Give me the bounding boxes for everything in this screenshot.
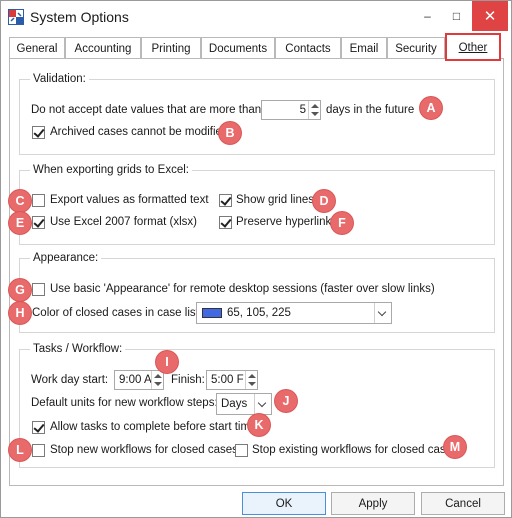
export-group: When exporting grids to Excel: [19,164,495,245]
validation-group: Validation: [19,73,495,155]
marker-b: B [219,122,241,144]
marker-l: L [9,439,31,461]
formatted-text-checkbox[interactable] [32,194,45,207]
tab-contacts[interactable]: Contacts [275,37,341,59]
finish-value: 5:00 F [211,374,244,386]
marker-d: D [313,190,335,212]
marker-i: I [156,351,178,373]
system-options-window: System Options – □ ✕ General Accounting … [0,0,512,518]
hyperlinks-checkbox[interactable] [219,216,232,229]
apply-button[interactable]: Apply [331,492,415,515]
marker-m: M [444,436,466,458]
stop-new-label: Stop new workflows for closed cases [50,444,238,456]
future-days-stepper[interactable]: 5 [261,100,321,120]
export-group-title: When exporting grids to Excel: [30,164,192,176]
formatted-text-label: Export values as formatted text [50,194,209,206]
workflow-group-title: Tasks / Workflow: [30,343,126,355]
maximize-button[interactable]: □ [442,1,471,31]
marker-g: G [9,279,31,301]
tab-email[interactable]: Email [341,37,387,59]
xlsx-label: Use Excel 2007 format (xlsx) [50,216,197,228]
minimize-button[interactable]: – [413,1,442,31]
marker-h: H [9,302,31,324]
spin-arrows-icon[interactable] [245,371,257,389]
allow-complete-checkbox[interactable] [32,421,45,434]
tab-other[interactable]: Other [445,33,501,61]
show-grid-checkbox[interactable] [219,194,232,207]
maximize-icon: □ [452,9,461,23]
spin-arrows-icon[interactable] [308,101,320,119]
date-limit-label: Do not accept date values that are more … [31,104,265,116]
cancel-button[interactable]: Cancel [421,492,505,515]
units-value: Days [221,398,248,410]
window-title: System Options [30,9,129,25]
validation-group-title: Validation: [30,73,89,85]
dialog-buttons: OK Apply Cancel [1,488,511,517]
title-bar: System Options – □ ✕ [1,1,511,32]
stop-existing-checkbox[interactable] [235,444,248,457]
tab-general[interactable]: General [9,37,65,59]
marker-j: J [275,390,297,412]
show-grid-label: Show grid lines [236,194,314,206]
marker-k: K [248,414,270,436]
hyperlinks-label: Preserve hyperlinks [236,216,337,228]
close-icon: ✕ [483,8,497,25]
app-icon [8,9,24,25]
archived-checkbox[interactable] [32,126,45,139]
appearance-group-title: Appearance: [30,252,102,264]
closed-color-select[interactable]: 65, 105, 225 [196,302,392,324]
basic-appearance-checkbox[interactable] [32,283,45,296]
units-select[interactable]: Days [216,393,272,415]
marker-f: F [331,212,353,234]
stop-existing-label: Stop existing workflows for closed cases [252,444,458,456]
marker-a: A [420,97,442,119]
tab-security[interactable]: Security [387,37,445,59]
tab-printing[interactable]: Printing [141,37,201,59]
allow-complete-label: Allow tasks to complete before start tim… [50,421,257,433]
closed-color-label: Color of closed cases in case list: [32,307,203,319]
date-limit-suffix: days in the future [326,104,415,116]
basic-appearance-label: Use basic 'Appearance' for remote deskto… [50,283,435,295]
tab-documents[interactable]: Documents [201,37,275,59]
xlsx-checkbox[interactable] [32,216,45,229]
work-start-label: Work day start: [31,374,109,386]
chevron-down-icon[interactable] [254,394,271,414]
finish-stepper[interactable]: 5:00 F [206,370,258,390]
other-tab-panel: Validation: Do not accept date values th… [9,58,504,486]
work-start-stepper[interactable]: 9:00 A [114,370,164,390]
marker-c: C [9,190,31,212]
color-swatch [202,308,222,318]
work-start-value: 9:00 A [119,374,152,386]
chevron-down-icon[interactable] [374,303,391,323]
close-button[interactable]: ✕ [472,1,508,31]
marker-e: E [9,212,31,234]
ok-button[interactable]: OK [242,492,326,515]
tab-accounting[interactable]: Accounting [65,37,141,59]
tab-strip: General Accounting Printing Documents Co… [1,33,511,61]
finish-label: Finish: [171,374,205,386]
archived-label: Archived cases cannot be modified [50,126,229,138]
closed-color-value: 65, 105, 225 [227,307,291,319]
minimize-icon: – [424,9,431,23]
units-label: Default units for new workflow steps: [31,397,218,409]
stop-new-checkbox[interactable] [32,444,45,457]
future-days-value: 5 [299,104,306,116]
spin-arrows-icon[interactable] [151,371,163,389]
